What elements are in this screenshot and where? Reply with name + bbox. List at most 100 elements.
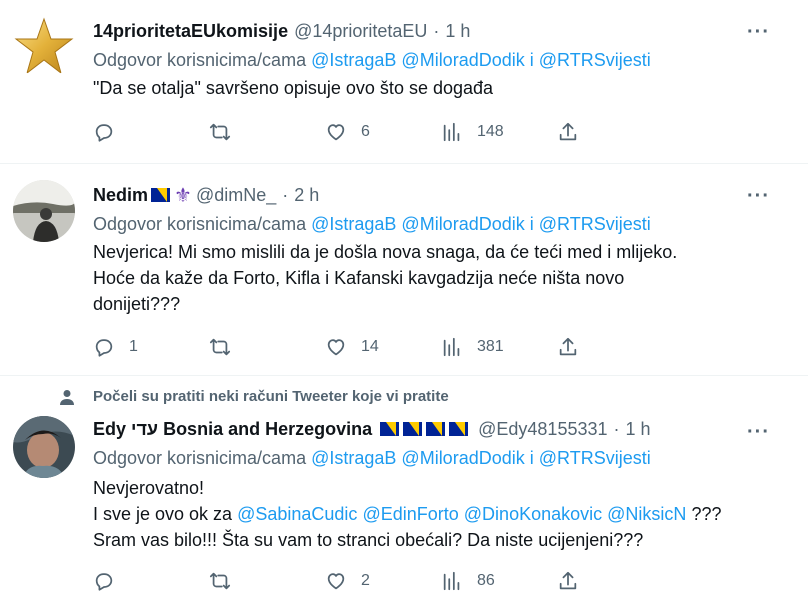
tweet-text-line: "Da se otalja" savršeno opisuje ovo što … bbox=[93, 78, 494, 98]
mention-link[interactable]: @IstragaB bbox=[311, 448, 396, 468]
gold-star-icon bbox=[14, 17, 74, 75]
more-options-icon[interactable]: ··· bbox=[747, 186, 770, 206]
display-name[interactable]: 14prioritetaEUkomisije bbox=[93, 21, 288, 42]
share-button[interactable] bbox=[557, 121, 673, 143]
fleur-de-lis-icon: ⚜ bbox=[174, 184, 192, 207]
timestamp[interactable]: 1 h bbox=[445, 21, 470, 42]
user-handle[interactable]: @dimNe_ bbox=[196, 185, 276, 206]
like-button[interactable]: 14 bbox=[325, 336, 441, 358]
bar-chart-icon bbox=[443, 571, 460, 591]
reply-count: 1 bbox=[129, 338, 138, 355]
tweet-text-line: Sram vas bilo!!! Šta su vam to stranci o… bbox=[93, 530, 644, 550]
tweet-actions: 2 86 bbox=[93, 566, 673, 596]
like-button[interactable]: 2 bbox=[325, 570, 441, 592]
avatar[interactable] bbox=[13, 16, 75, 78]
tweet-text-line: donijeti??? bbox=[93, 294, 181, 314]
mention-link[interactable]: @RTRSvijesti bbox=[539, 448, 651, 468]
tweet-text-line: Nevjerovatno! bbox=[93, 478, 205, 498]
retweet-button[interactable] bbox=[209, 336, 325, 358]
user-photo-icon bbox=[13, 180, 75, 242]
separator-dot: · bbox=[613, 418, 620, 439]
mention-link[interactable]: @RTRSvijesti bbox=[539, 214, 651, 234]
mention-and: i bbox=[529, 50, 534, 70]
bosnia-flag-icon bbox=[426, 422, 446, 436]
bar-chart-icon bbox=[443, 122, 460, 142]
timestamp[interactable]: 2 h bbox=[294, 185, 319, 206]
timestamp[interactable]: 1 h bbox=[626, 419, 651, 440]
mention-link[interactable]: @MiloradDodik bbox=[401, 448, 524, 468]
user-handle[interactable]: @Edy48155331 bbox=[478, 419, 607, 440]
avatar[interactable] bbox=[13, 416, 75, 478]
mention-link[interactable]: @SabinaCudic bbox=[237, 504, 357, 524]
share-icon bbox=[559, 571, 577, 590]
views-button[interactable]: 381 bbox=[441, 336, 557, 358]
tweet-actions: 1 14 381 bbox=[93, 332, 673, 362]
retweet-button[interactable] bbox=[209, 570, 325, 592]
tweet-text: "Da se otalja" savršeno opisuje ovo što … bbox=[93, 75, 794, 101]
reply-prefix: Odgovor korisnicima/cama bbox=[93, 214, 307, 234]
mention-link[interactable]: @EdinForto bbox=[362, 504, 458, 524]
views-button[interactable]: 86 bbox=[441, 570, 557, 592]
reply-icon bbox=[95, 124, 113, 142]
retweet-button[interactable] bbox=[209, 121, 325, 143]
person-icon bbox=[60, 390, 74, 405]
mention-link[interactable]: @IstragaB bbox=[311, 214, 396, 234]
like-count: 14 bbox=[361, 338, 379, 355]
tweet-text-line: Nevjerica! Mi smo mislili da je došla no… bbox=[93, 242, 678, 262]
heart-icon bbox=[327, 339, 345, 356]
like-count: 6 bbox=[361, 123, 370, 140]
reply-prefix: Odgovor korisnicima/cama bbox=[93, 448, 307, 468]
share-button[interactable] bbox=[557, 336, 673, 358]
tweet[interactable]: 14prioritetaEUkomisije @14prioritetaEU ·… bbox=[0, 0, 808, 164]
share-button[interactable] bbox=[557, 570, 673, 592]
like-button[interactable]: 6 bbox=[325, 121, 441, 143]
user-handle[interactable]: @14prioritetaEU bbox=[294, 21, 427, 42]
mention-link[interactable]: @NiksicN bbox=[607, 504, 686, 524]
view-count: 148 bbox=[477, 123, 504, 140]
user-photo-icon bbox=[13, 416, 75, 478]
mention-link[interactable]: @DinoKonakovic bbox=[464, 504, 602, 524]
share-icon bbox=[559, 337, 577, 356]
more-options-icon[interactable]: ··· bbox=[747, 422, 770, 442]
bosnia-flag-icon bbox=[403, 422, 423, 436]
reply-icon bbox=[95, 573, 113, 591]
reply-button[interactable] bbox=[93, 570, 209, 592]
heart-icon bbox=[327, 573, 345, 590]
tweet-text-line: Hoće da kaže da Forto, Kifla i Kafanski … bbox=[93, 268, 625, 288]
retweet-icon bbox=[209, 123, 231, 141]
text-fragment: I sve je ovo ok za bbox=[93, 504, 233, 524]
bar-chart-icon bbox=[443, 337, 460, 357]
tweet-text: Nevjerica! Mi smo mislili da je došla no… bbox=[93, 239, 794, 317]
display-name[interactable]: Edy עדי Bosnia and Herzegovina bbox=[93, 419, 372, 440]
bosnia-flag-icon bbox=[380, 422, 400, 436]
mention-link[interactable]: @MiloradDodik bbox=[401, 50, 524, 70]
bosnia-flag-icon bbox=[449, 422, 469, 436]
bosnia-flag-icon bbox=[151, 188, 171, 202]
reply-button[interactable] bbox=[93, 121, 209, 143]
mention-link[interactable]: @RTRSvijesti bbox=[539, 50, 651, 70]
reply-button[interactable]: 1 bbox=[93, 336, 209, 358]
reply-context: Odgovor korisnicima/cama @IstragaB @Milo… bbox=[93, 214, 794, 235]
text-fragment: ??? bbox=[691, 504, 722, 524]
separator-dot: · bbox=[282, 184, 289, 205]
mention-and: i bbox=[529, 448, 534, 468]
display-name[interactable]: Nedim bbox=[93, 185, 148, 206]
mention-link[interactable]: @IstragaB bbox=[311, 50, 396, 70]
view-count: 86 bbox=[477, 572, 495, 589]
tweet[interactable]: Počeli su pratiti neki računi Tweeter ko… bbox=[0, 376, 808, 610]
tweet-actions: 6 148 bbox=[93, 117, 673, 147]
like-count: 2 bbox=[361, 572, 370, 589]
views-button[interactable]: 148 bbox=[441, 121, 557, 143]
flag-emojis bbox=[380, 422, 469, 436]
tweet[interactable]: Nedim ⚜ @dimNe_ · 2 h Odgovor korisnicim… bbox=[0, 164, 808, 376]
share-icon bbox=[559, 122, 577, 141]
reply-icon bbox=[95, 339, 113, 357]
avatar[interactable] bbox=[13, 180, 75, 242]
tweet-text-line: I sve je ovo ok za @SabinaCudic @EdinFor… bbox=[93, 501, 794, 527]
reply-prefix: Odgovor korisnicima/cama bbox=[93, 50, 307, 70]
more-options-icon[interactable]: ··· bbox=[747, 22, 770, 42]
view-count: 381 bbox=[477, 338, 504, 355]
separator-dot: · bbox=[433, 20, 440, 41]
reply-context: Odgovor korisnicima/cama @IstragaB @Milo… bbox=[93, 50, 794, 71]
mention-link[interactable]: @MiloradDodik bbox=[401, 214, 524, 234]
